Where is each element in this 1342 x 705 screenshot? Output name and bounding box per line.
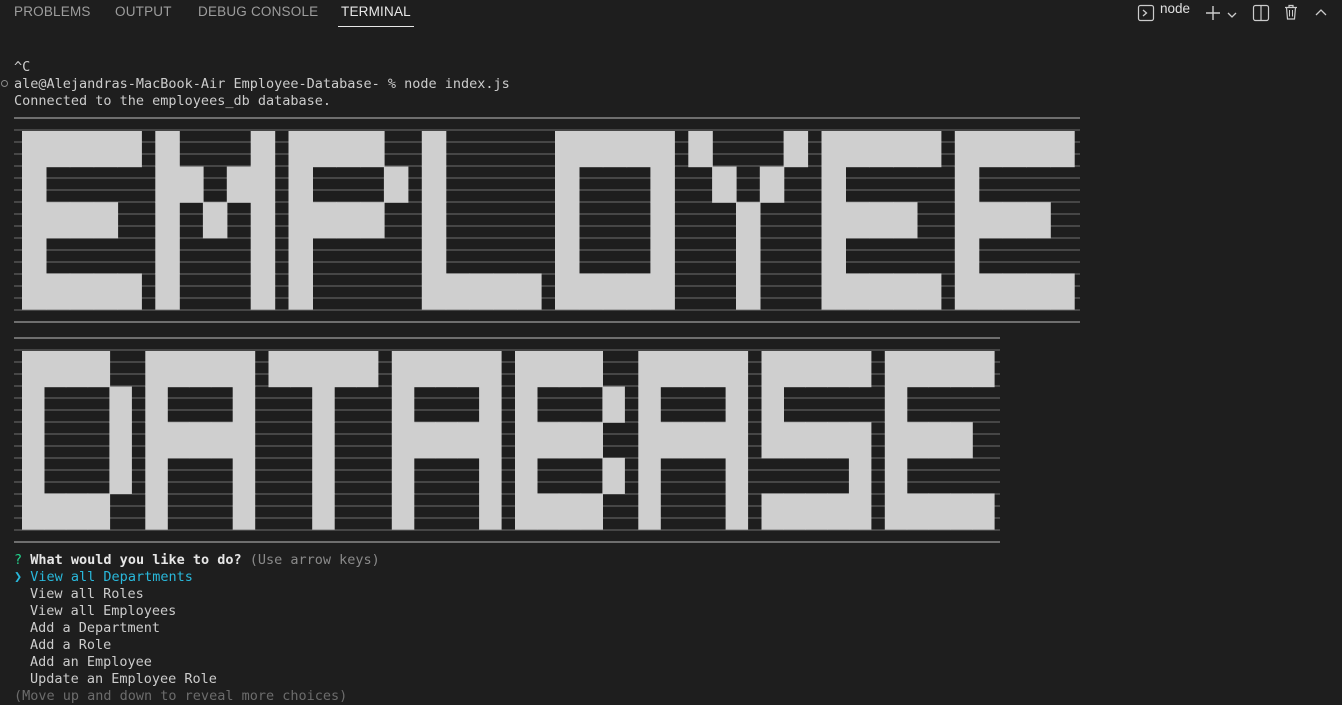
banner-letter <box>954 131 1075 310</box>
banner-letter <box>761 351 872 530</box>
banner-letter <box>155 131 276 310</box>
chevron-down-icon[interactable] <box>1226 6 1238 25</box>
chevron-up-icon[interactable] <box>1314 5 1328 24</box>
plus-icon[interactable] <box>1204 4 1222 26</box>
banner-letter <box>22 351 132 530</box>
connected-line: Connected to the employees_db database. <box>14 93 331 109</box>
choice-item[interactable]: Add an Employee <box>30 654 152 671</box>
pointer-icon: ❯ <box>14 569 23 585</box>
question-mark: ? <box>14 552 23 568</box>
prompt-line: ale@Alejandras-MacBook-Air Employee-Data… <box>14 76 510 92</box>
tab-terminal[interactable]: TERMINAL <box>338 4 414 27</box>
tab-problems[interactable]: PROBLEMS <box>14 4 91 26</box>
choice-item[interactable]: View all Roles <box>30 586 144 603</box>
banner-letter <box>391 351 502 530</box>
choice-item[interactable]: ❯ View all Departments <box>14 569 193 586</box>
tab-debug-console[interactable]: DEBUG CONSOLE <box>198 4 318 26</box>
choice-item[interactable]: View all Employees <box>30 603 176 620</box>
banner-letter <box>22 131 142 310</box>
banner-letter <box>145 351 256 530</box>
command-decoration-icon <box>1 80 8 87</box>
terminal-icon[interactable] <box>1137 4 1155 26</box>
choice-item[interactable]: Update an Employee Role <box>30 671 217 688</box>
banner-letter <box>268 351 379 530</box>
question-hint: (Use arrow keys) <box>249 552 380 568</box>
interrupt-line: ^C <box>14 59 31 75</box>
trash-icon[interactable] <box>1282 3 1300 25</box>
panel-tabbar: PROBLEMS OUTPUT DEBUG CONSOLE TERMINAL n… <box>0 0 1342 32</box>
footer-hint: (Move up and down to reveal more choices… <box>14 688 348 704</box>
tab-output[interactable]: OUTPUT <box>115 4 172 26</box>
choice-item[interactable]: Add a Department <box>30 620 160 637</box>
banner-letter <box>821 131 942 310</box>
banner-letter <box>421 131 542 310</box>
choice-item[interactable]: Add a Role <box>30 637 111 654</box>
split-icon[interactable] <box>1252 4 1270 26</box>
banner-employee <box>14 117 1080 323</box>
terminal-name[interactable]: node <box>1160 1 1190 16</box>
banner-letter <box>688 131 809 310</box>
banner-database <box>14 337 1000 543</box>
banner-letter <box>884 351 995 530</box>
banner-letter <box>555 131 675 310</box>
question-text: What would you like to do? <box>30 552 242 568</box>
banner-letter <box>638 351 749 530</box>
banner-letter <box>288 131 409 310</box>
banner-letter <box>515 351 625 530</box>
question-line: ? What would you like to do? (Use arrow … <box>14 552 380 569</box>
